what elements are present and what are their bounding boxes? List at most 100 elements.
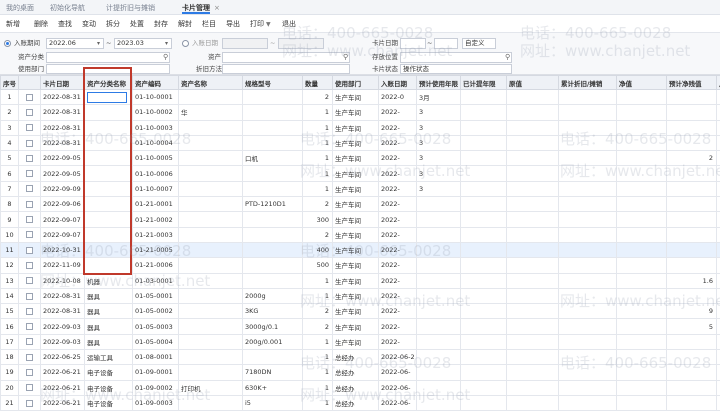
table-row[interactable]: 13 2022-10-08 机器 01-03-0001 1 生产车间 2022- 1.6 (0, 272, 720, 289)
row-checkbox[interactable] (26, 154, 33, 162)
table-cell[interactable]: 2022-06-25 (40, 349, 85, 366)
header-col-quantity[interactable]: 数量 (302, 75, 333, 90)
table-cell[interactable]: 1 (302, 333, 333, 351)
table-cell[interactable]: 2022- (378, 196, 417, 213)
entry-date-from-input[interactable] (222, 38, 268, 49)
table-cell[interactable]: 01-03-0001 (132, 272, 179, 289)
table-cell[interactable]: 01-08-0001 (132, 349, 179, 366)
row-checkbox[interactable] (26, 108, 33, 116)
header-col-expected-life[interactable]: 预计使用年限 (416, 75, 461, 90)
table-cell[interactable] (558, 88, 617, 106)
table-cell[interactable]: 300 (302, 211, 333, 228)
table-cell[interactable]: 3 (416, 165, 461, 182)
table-cell[interactable] (506, 333, 559, 351)
header-col-user-dept[interactable]: 使用部门 (332, 75, 379, 90)
table-cell[interactable] (716, 349, 720, 366)
table-cell[interactable] (416, 364, 461, 381)
table-cell[interactable] (178, 180, 243, 198)
table-cell[interactable]: 2 (302, 88, 333, 106)
table-cell[interactable] (558, 134, 617, 152)
row-checkbox[interactable] (26, 170, 33, 178)
table-cell[interactable] (616, 287, 667, 305)
table-row[interactable]: 19 2022-06-21 电子设备 01-09-0001 7180DN 1 总经办 2022… (0, 364, 720, 381)
table-cell[interactable] (178, 349, 243, 366)
table-cell[interactable] (460, 394, 507, 412)
table-cell[interactable] (506, 349, 559, 366)
table-cell[interactable] (666, 180, 717, 198)
table-cell[interactable] (178, 196, 243, 213)
table-row[interactable]: 15 2022-08-31 器具 01-05-0002 3KG 2 生产车间 2022- 9 (0, 303, 720, 320)
table-cell[interactable] (616, 349, 667, 366)
table-cell[interactable] (506, 180, 559, 198)
tab-close-icon[interactable]: × (214, 2, 220, 14)
table-cell[interactable] (242, 272, 303, 289)
table-cell[interactable] (558, 119, 617, 136)
entry-date-to-input[interactable] (278, 38, 324, 49)
header-col-accum-depr[interactable]: 累计折旧/摊销 (558, 75, 617, 90)
table-cell[interactable]: 1 (302, 119, 333, 136)
table-cell[interactable]: 1 (302, 150, 333, 167)
table-cell[interactable] (178, 88, 243, 106)
table-cell[interactable] (716, 226, 720, 243)
table-cell[interactable]: 01-21-0003 (132, 226, 179, 243)
table-cell[interactable] (666, 349, 717, 366)
table-cell[interactable]: 2022-08-31 (40, 119, 85, 136)
table-cell[interactable] (506, 134, 559, 152)
table-cell[interactable] (416, 303, 461, 320)
table-row[interactable]: 12 2022-11-09 01-21-0006 500 生产车间 2022- (0, 257, 720, 274)
table-cell[interactable]: 2 (302, 226, 333, 243)
table-cell[interactable] (506, 287, 559, 305)
table-cell[interactable] (460, 303, 507, 320)
table-cell[interactable] (616, 394, 667, 412)
table-cell[interactable]: 2022- (378, 211, 417, 228)
table-cell[interactable]: 2022-09-07 (40, 211, 85, 228)
table-cell[interactable] (506, 257, 559, 274)
table-cell[interactable]: 01-21-0001 (132, 196, 179, 213)
table-cell[interactable] (716, 394, 720, 412)
table-cell[interactable]: 2022-09-03 (40, 333, 85, 351)
exit-button[interactable]: 退出 (282, 18, 296, 30)
asset-input[interactable] (222, 52, 350, 63)
table-cell[interactable]: 01-10-0006 (132, 165, 179, 182)
row-checkbox[interactable] (26, 200, 33, 208)
table-cell[interactable] (242, 165, 303, 182)
table-row[interactable]: 16 2022-09-03 器具 01-05-0003 3000g/0.1 2 生产车间 20… (0, 318, 720, 335)
table-cell[interactable] (716, 287, 720, 305)
table-cell[interactable] (506, 88, 559, 106)
table-cell[interactable]: 2022-06-21 (40, 364, 85, 381)
table-cell[interactable]: 2022-09-05 (40, 165, 85, 182)
table-cell[interactable]: 2022-06- (378, 394, 417, 412)
table-cell[interactable]: 01-09-0001 (132, 364, 179, 381)
table-cell[interactable]: 2022- (378, 333, 417, 351)
table-cell[interactable] (242, 349, 303, 366)
table-cell[interactable]: 01-10-0001 (132, 88, 179, 106)
table-cell[interactable] (616, 196, 667, 213)
table-row[interactable]: 7 2022-09-09 01-10-0007 1 生产车间 2022- 3 (0, 180, 720, 198)
table-cell[interactable] (716, 257, 720, 274)
table-cell[interactable]: 1 (302, 165, 333, 182)
table-cell[interactable] (666, 88, 717, 106)
table-cell[interactable] (84, 241, 133, 259)
entry-period-to-select[interactable]: 2023.03 (114, 38, 172, 49)
table-cell[interactable] (460, 119, 507, 136)
table-cell[interactable] (460, 257, 507, 274)
table-cell[interactable] (558, 318, 617, 335)
table-cell[interactable] (666, 287, 717, 305)
header-col-card-date[interactable]: 卡片日期 (40, 75, 85, 90)
table-cell[interactable] (666, 333, 717, 351)
table-cell[interactable]: 2022- (378, 150, 417, 167)
table-cell[interactable] (506, 211, 559, 228)
table-cell[interactable]: 2 (666, 150, 717, 167)
table-cell[interactable] (84, 226, 133, 243)
table-cell[interactable] (84, 134, 133, 152)
table-cell[interactable]: 1 (302, 134, 333, 152)
header-col-monthly-depr[interactable]: 月折旧 (716, 75, 720, 90)
table-cell[interactable]: 2022- (378, 287, 417, 305)
table-cell[interactable] (558, 150, 617, 167)
table-cell[interactable] (416, 272, 461, 289)
row-checkbox[interactable] (26, 93, 33, 101)
table-cell[interactable] (242, 134, 303, 152)
delete-button[interactable]: 删除 (34, 18, 48, 30)
table-cell[interactable]: 生产车间 (332, 226, 379, 243)
header-col-net-value[interactable]: 净值 (616, 75, 667, 90)
